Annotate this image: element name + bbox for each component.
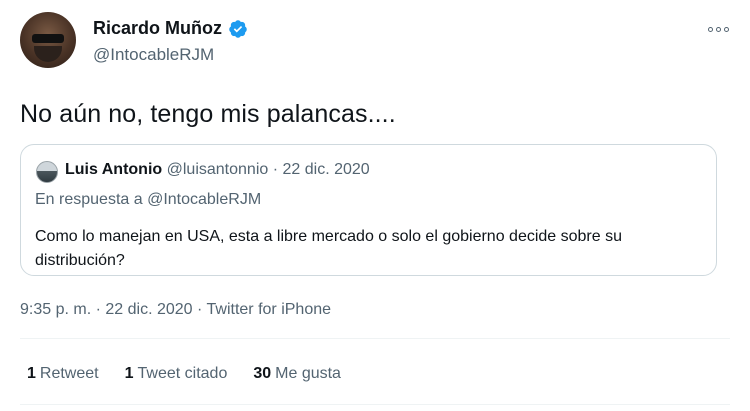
more-options-icon[interactable] bbox=[708, 22, 732, 36]
quoted-author-avatar bbox=[36, 161, 58, 183]
avatar-sunglasses bbox=[32, 34, 64, 43]
author-name[interactable]: Ricardo Muñoz bbox=[93, 18, 222, 39]
more-dot bbox=[716, 26, 721, 32]
more-dot bbox=[724, 26, 729, 32]
tweet-text: No aún no, tengo mis palancas.... bbox=[20, 100, 396, 128]
avatar-beard bbox=[34, 46, 62, 62]
author-handle[interactable]: @IntocableRJM bbox=[93, 45, 214, 65]
stat-label: Me gusta bbox=[275, 365, 341, 382]
quoted-reply-context: En respuesta a @IntocableRJM bbox=[35, 191, 261, 209]
quoted-author-name: Luis Antonio bbox=[65, 161, 163, 178]
stat-quote-tweets[interactable]: 1 Tweet citado bbox=[125, 365, 228, 383]
quoted-tweet-text: Como lo manejan en USA, esta a libre mer… bbox=[35, 228, 622, 269]
quoted-author-handle: @luisantonnio bbox=[166, 161, 269, 178]
quoted-date: 22 dic. 2020 bbox=[282, 161, 370, 178]
stat-label: Retweet bbox=[39, 365, 99, 382]
divider bbox=[20, 404, 730, 405]
stat-retweets[interactable]: 1 Retweet bbox=[27, 365, 99, 383]
quoted-tweet[interactable]: Luis Antonio @luisantonnio · 22 dic. 202… bbox=[20, 144, 717, 276]
meta-separator: · bbox=[95, 301, 101, 318]
divider bbox=[20, 338, 730, 339]
tweet-time-link[interactable]: 9:35 p. m. bbox=[20, 301, 91, 318]
reply-prefix: En respuesta a bbox=[35, 191, 143, 208]
stat-likes[interactable]: 30 Me gusta bbox=[253, 365, 341, 383]
stat-count: 30 bbox=[253, 365, 272, 382]
tweet-source-link[interactable]: Twitter for iPhone bbox=[207, 301, 332, 318]
reply-to-link[interactable]: @IntocableRJM bbox=[147, 191, 261, 208]
stat-count: 1 bbox=[27, 365, 36, 382]
verified-badge-icon bbox=[229, 19, 247, 38]
tweet-meta: 9:35 p. m. · 22 dic. 2020 · Twitter for … bbox=[20, 301, 331, 319]
meta-separator: · bbox=[197, 301, 203, 318]
stat-label: Tweet citado bbox=[137, 365, 228, 382]
more-dot bbox=[708, 26, 713, 32]
quoted-tweet-header: Luis Antonio @luisantonnio · 22 dic. 202… bbox=[65, 161, 370, 179]
tweet-stats: 1 Retweet 1 Tweet citado 30 Me gusta bbox=[27, 365, 341, 383]
author-name-row: Ricardo Muñoz bbox=[93, 18, 248, 39]
quoted-separator: · bbox=[272, 161, 279, 178]
stat-count: 1 bbox=[124, 365, 134, 382]
author-avatar[interactable] bbox=[20, 12, 76, 68]
tweet-date-link[interactable]: 22 dic. 2020 bbox=[105, 301, 192, 318]
